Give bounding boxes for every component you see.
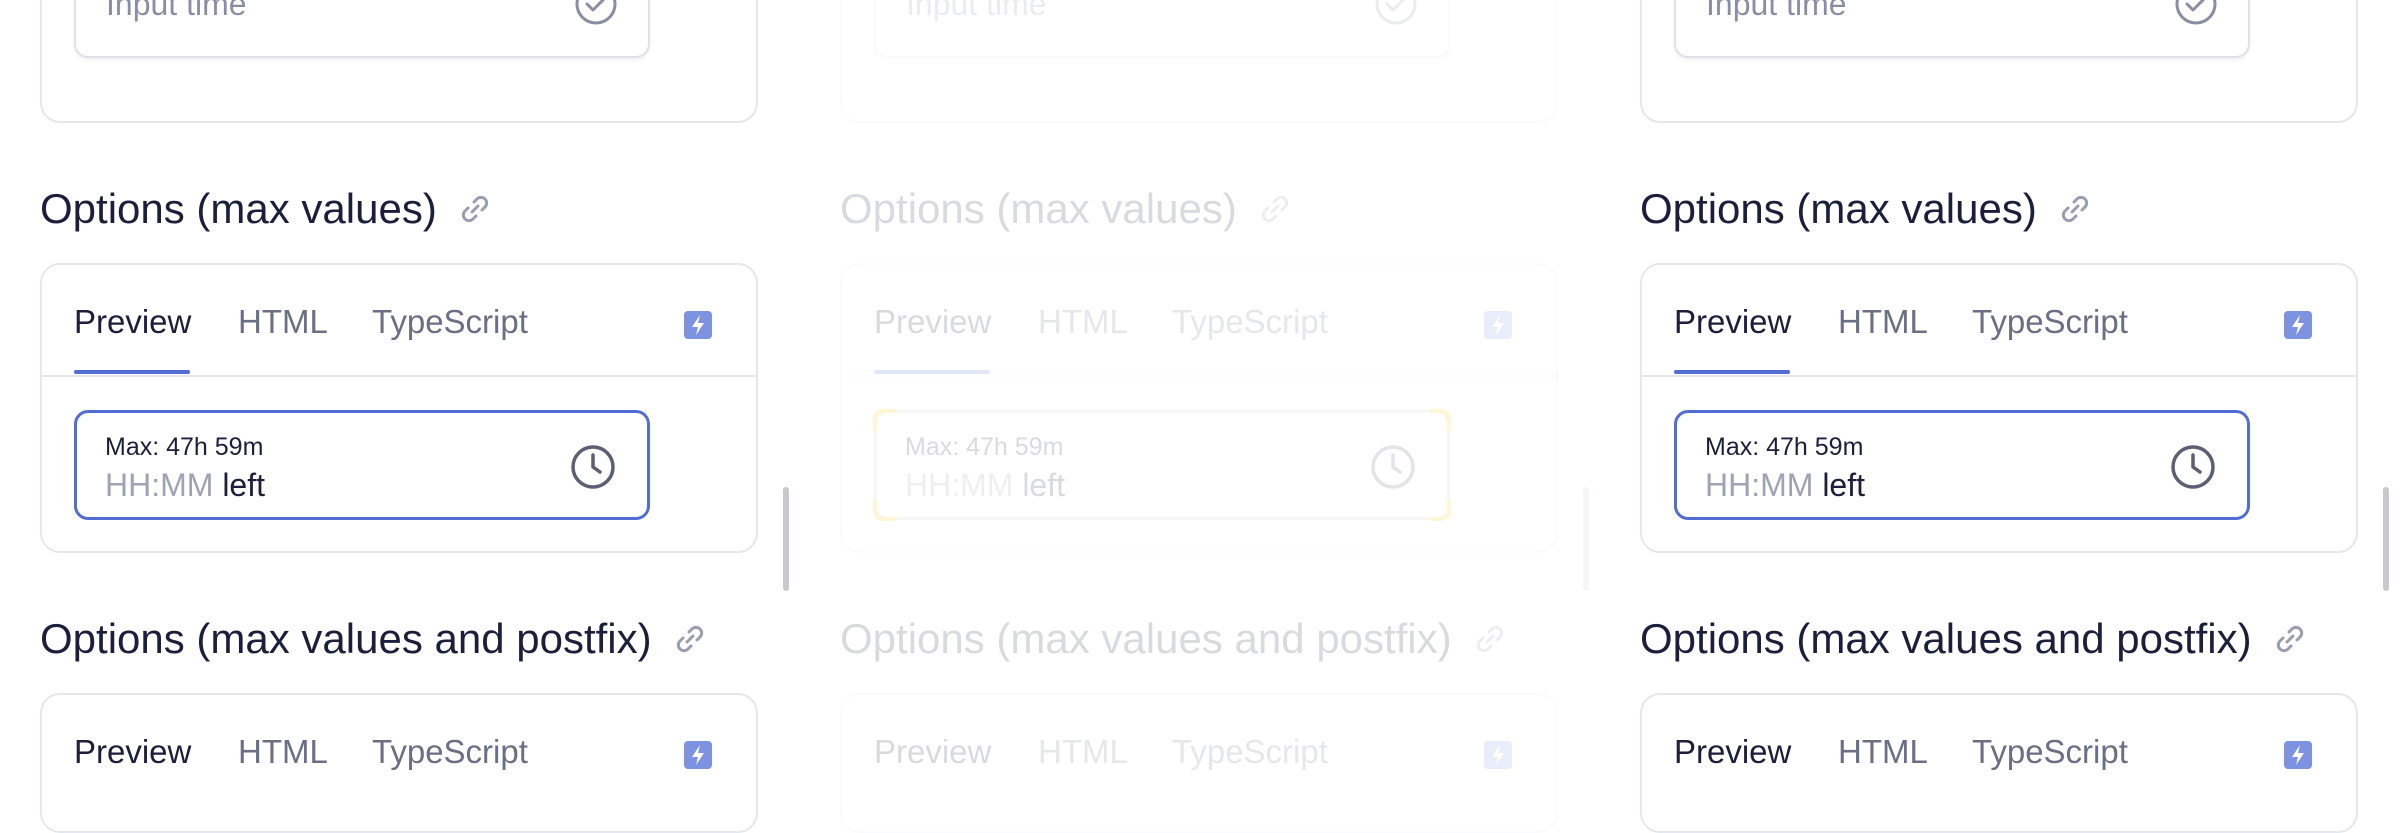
tab-preview[interactable]: Preview [874,303,991,341]
scrollbar-thumb[interactable] [1583,487,1589,591]
panel-middle: Input time Options (max values) Preview … [800,0,1589,833]
lightning-icon[interactable] [684,741,712,769]
active-tab-indicator [1674,370,1790,374]
tab-html[interactable]: HTML [1838,303,1928,341]
active-tab-indicator [74,370,190,374]
tab-html[interactable]: HTML [1838,733,1928,771]
focus-corner-marker [873,499,895,521]
time-mask: HH:MM [1705,467,1814,503]
time-mask: HH:MM [105,467,214,503]
scrollbar-thumb[interactable] [783,487,789,591]
section-title-text: Options (max values and postfix) [40,615,652,662]
time-input-value: HH:MM left [905,467,1065,504]
time-input-placeholder: Input time [1706,0,1847,22]
scrollbar-thumb[interactable] [2383,487,2389,591]
lightning-icon[interactable] [684,311,712,339]
section-title-text: Options (max values and postfix) [840,615,1452,662]
check-circle-icon [2175,0,2217,25]
tab-typescript[interactable]: TypeScript [372,733,528,771]
focus-corner-marker [873,409,895,431]
panel-left: Input time Options (max values) Preview … [0,0,789,833]
section-title-text: Options (max values) [40,185,437,232]
time-input-max[interactable]: Max: 47h 59m HH:MM left [873,409,1451,521]
tab-preview[interactable]: Preview [74,303,191,341]
basic-example-card: Input time [840,0,1558,123]
section-title-max-postfix: Options (max values and postfix) [840,615,1506,663]
link-icon[interactable] [1259,193,1291,225]
time-input[interactable]: Input time [1674,0,2250,58]
time-input[interactable]: Input time [74,0,650,58]
tab-bar: Preview HTML TypeScript [42,695,756,805]
section-title-text: Options (max values) [1640,185,2037,232]
clock-icon [1371,445,1415,489]
time-input-label: Max: 47h 59m [105,433,264,461]
active-tab-indicator [874,370,990,374]
time-input-max[interactable]: Max: 47h 59m HH:MM left [1674,410,2250,520]
tab-bar: Preview HTML TypeScript [842,695,1556,805]
check-circle-icon [575,0,617,25]
demo-card-max-postfix: Preview HTML TypeScript [40,693,758,833]
tab-bar: Preview HTML TypeScript [42,265,756,377]
lightning-icon[interactable] [2284,741,2312,769]
tab-html[interactable]: HTML [238,303,328,341]
link-icon[interactable] [674,623,706,655]
tab-preview[interactable]: Preview [1674,303,1791,341]
focus-corner-marker [1429,409,1451,431]
link-icon[interactable] [2059,193,2091,225]
lightning-icon[interactable] [1484,741,1512,769]
tab-preview[interactable]: Preview [74,733,191,771]
section-title-max-values: Options (max values) [40,185,491,233]
section-title-max-values: Options (max values) [1640,185,2091,233]
clock-icon [571,445,615,489]
tab-bar: Preview HTML TypeScript [1642,265,2356,377]
basic-example-card: Input time [40,0,758,123]
link-icon[interactable] [459,193,491,225]
lightning-icon[interactable] [1484,311,1512,339]
time-input-value: HH:MM left [105,467,265,504]
time-input-label: Max: 47h 59m [1705,433,1864,461]
time-input-value: HH:MM left [1705,467,1865,504]
section-title-text: Options (max values and postfix) [1640,615,2252,662]
tab-preview[interactable]: Preview [874,733,991,771]
time-input-max[interactable]: Max: 47h 59m HH:MM left [74,410,650,520]
tab-bar: Preview HTML TypeScript [842,265,1556,377]
time-mask: HH:MM [905,467,1014,503]
tab-typescript[interactable]: TypeScript [1972,733,2128,771]
lightning-icon[interactable] [2284,311,2312,339]
check-circle-icon [1375,0,1417,25]
demo-card-max-values: Preview HTML TypeScript Max: 47h 59m HH:… [1640,263,2358,553]
tab-typescript[interactable]: TypeScript [1172,733,1328,771]
time-input-placeholder: Input time [906,0,1047,22]
link-icon[interactable] [2274,623,2306,655]
panel-right: Input time Options (max values) Preview … [1600,0,2389,833]
section-title-max-postfix: Options (max values and postfix) [1640,615,2306,663]
time-postfix: left [222,467,265,503]
demo-card-max-postfix: Preview HTML TypeScript [840,693,1558,833]
section-title-text: Options (max values) [840,185,1237,232]
time-postfix: left [1822,467,1865,503]
tab-html[interactable]: HTML [238,733,328,771]
link-icon[interactable] [1474,623,1506,655]
tab-typescript[interactable]: TypeScript [1172,303,1328,341]
section-title-max-values: Options (max values) [840,185,1291,233]
tab-typescript[interactable]: TypeScript [372,303,528,341]
demo-card-max-values: Preview HTML TypeScript Max: 47h 59m HH:… [40,263,758,553]
time-input[interactable]: Input time [874,0,1450,58]
tab-typescript[interactable]: TypeScript [1972,303,2128,341]
demo-card-max-postfix: Preview HTML TypeScript [1640,693,2358,833]
clock-icon [2171,445,2215,489]
basic-example-card: Input time [1640,0,2358,123]
tab-html[interactable]: HTML [1038,733,1128,771]
time-input-label: Max: 47h 59m [905,433,1064,461]
time-postfix: left [1022,467,1065,503]
tab-html[interactable]: HTML [1038,303,1128,341]
tab-preview[interactable]: Preview [1674,733,1791,771]
tab-bar: Preview HTML TypeScript [1642,695,2356,805]
focus-corner-marker [1429,499,1451,521]
section-title-max-postfix: Options (max values and postfix) [40,615,706,663]
time-input-placeholder: Input time [106,0,247,22]
demo-card-max-values: Preview HTML TypeScript Max: 47h 59m HH:… [840,263,1558,553]
